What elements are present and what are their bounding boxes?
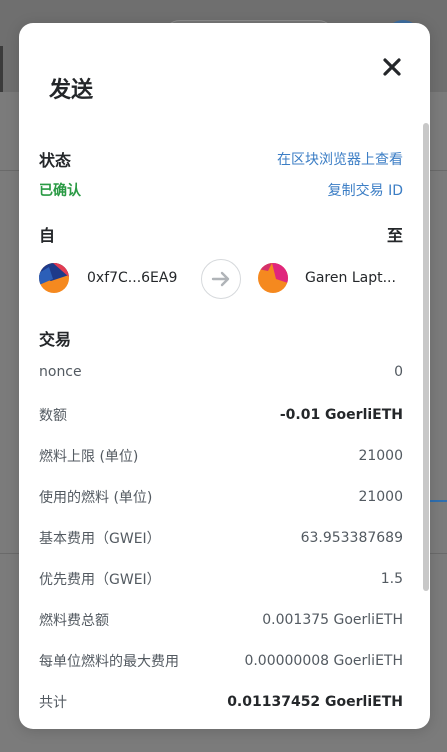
detail-row: 燃料费总额 0.001375 GoerliETH [39,610,403,630]
copy-tx-id-link[interactable]: 复制交易 ID [328,180,403,200]
detail-label: 燃料上限 (单位) [39,449,139,465]
detail-label: 燃料费总额 [39,613,109,629]
detail-row: 燃料上限 (单位) 21000 [39,446,403,466]
transaction-heading-row: 交易 [39,326,403,350]
detail-value: 63.953387689 [300,530,403,546]
detail-label: 基本费用（GWEI） [39,531,161,547]
detail-value: 0 [394,364,403,380]
detail-value: 21000 [358,448,403,464]
direction-arrow [201,259,241,299]
detail-row: 基本费用（GWEI） 63.953387689 [39,528,403,548]
transaction-heading: 交易 [39,330,72,349]
status-row: 状态 在区块浏览器上查看 [39,147,403,171]
background-divider [0,46,3,92]
from-avatar [39,263,69,293]
detail-row: 数额 -0.01 GoerliETH [39,405,403,425]
detail-row: nonce 0 [39,364,403,380]
modal-title: 发送 [49,78,94,103]
detail-value: 21000 [358,489,403,505]
transaction-details-modal: 发送 状态 在区块浏览器上查看 已确认 复制交易 ID 自 至 0xf7C...… [19,23,430,729]
detail-label: 共计 [39,695,67,711]
background-tab-indicator [428,500,447,502]
detail-value: 0.001375 GoerliETH [262,612,403,628]
detail-row: 共计 0.01137452 GoerliETH [39,692,403,712]
detail-label: 每单位燃料的最大费用 [39,654,179,670]
from-to-labels: 自 至 [39,222,403,246]
from-address[interactable]: 0xf7C...6EA9 [87,270,177,286]
detail-value: 1.5 [380,571,403,587]
detail-label: 优先费用（GWEI） [39,572,161,588]
arrow-right-icon [211,271,230,287]
detail-value: 0.00000008 GoerliETH [244,653,403,669]
detail-label: 数额 [39,408,67,424]
status-badge: 已确认 [39,183,81,199]
detail-label: nonce [39,364,82,380]
detail-label: 使用的燃料 (单位) [39,490,153,506]
scrollbar[interactable] [423,123,429,591]
detail-row: 每单位燃料的最大费用 0.00000008 GoerliETH [39,651,403,671]
close-icon [383,58,401,76]
detail-value: 0.01137452 GoerliETH [227,694,403,710]
to-account-name[interactable]: Garen Lapt... [305,270,396,286]
to-avatar [258,263,288,293]
status-heading: 状态 [39,151,72,170]
status-value-row: 已确认 复制交易 ID [39,180,403,200]
close-button[interactable] [381,56,403,78]
detail-value: -0.01 GoerliETH [279,407,403,423]
view-on-explorer-link[interactable]: 在区块浏览器上查看 [277,149,403,169]
to-label: 至 [386,226,403,245]
detail-row: 优先费用（GWEI） 1.5 [39,569,403,589]
detail-row: 使用的燃料 (单位) 21000 [39,487,403,507]
from-label: 自 [39,226,56,245]
